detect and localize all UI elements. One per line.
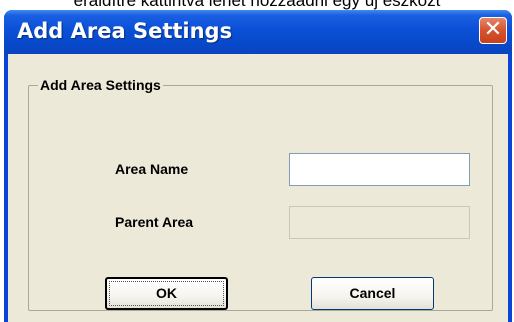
- title-bar[interactable]: Add Area Settings ✕: [4, 10, 512, 54]
- cancel-button-label: Cancel: [349, 285, 396, 301]
- close-icon: ✕: [483, 17, 503, 42]
- parent-area-input[interactable]: [289, 206, 470, 239]
- groupbox-legend: Add Area Settings: [38, 76, 163, 94]
- ok-focus-rect: [109, 281, 224, 306]
- close-button[interactable]: ✕: [479, 17, 507, 44]
- window-title: Add Area Settings: [17, 19, 233, 43]
- settings-groupbox: Add Area Settings Area Name Parent Area …: [28, 76, 493, 311]
- add-area-settings-dialog: Add Area Settings ✕ Add Area Settings Ar…: [4, 10, 512, 322]
- parent-area-label: Parent Area: [115, 214, 194, 230]
- cancel-button[interactable]: Cancel: [311, 277, 434, 310]
- ok-button[interactable]: OK: [105, 277, 228, 310]
- dialog-client-area: Add Area Settings Area Name Parent Area …: [8, 54, 508, 322]
- area-name-input[interactable]: [289, 153, 470, 186]
- area-name-label: Area Name: [115, 161, 189, 177]
